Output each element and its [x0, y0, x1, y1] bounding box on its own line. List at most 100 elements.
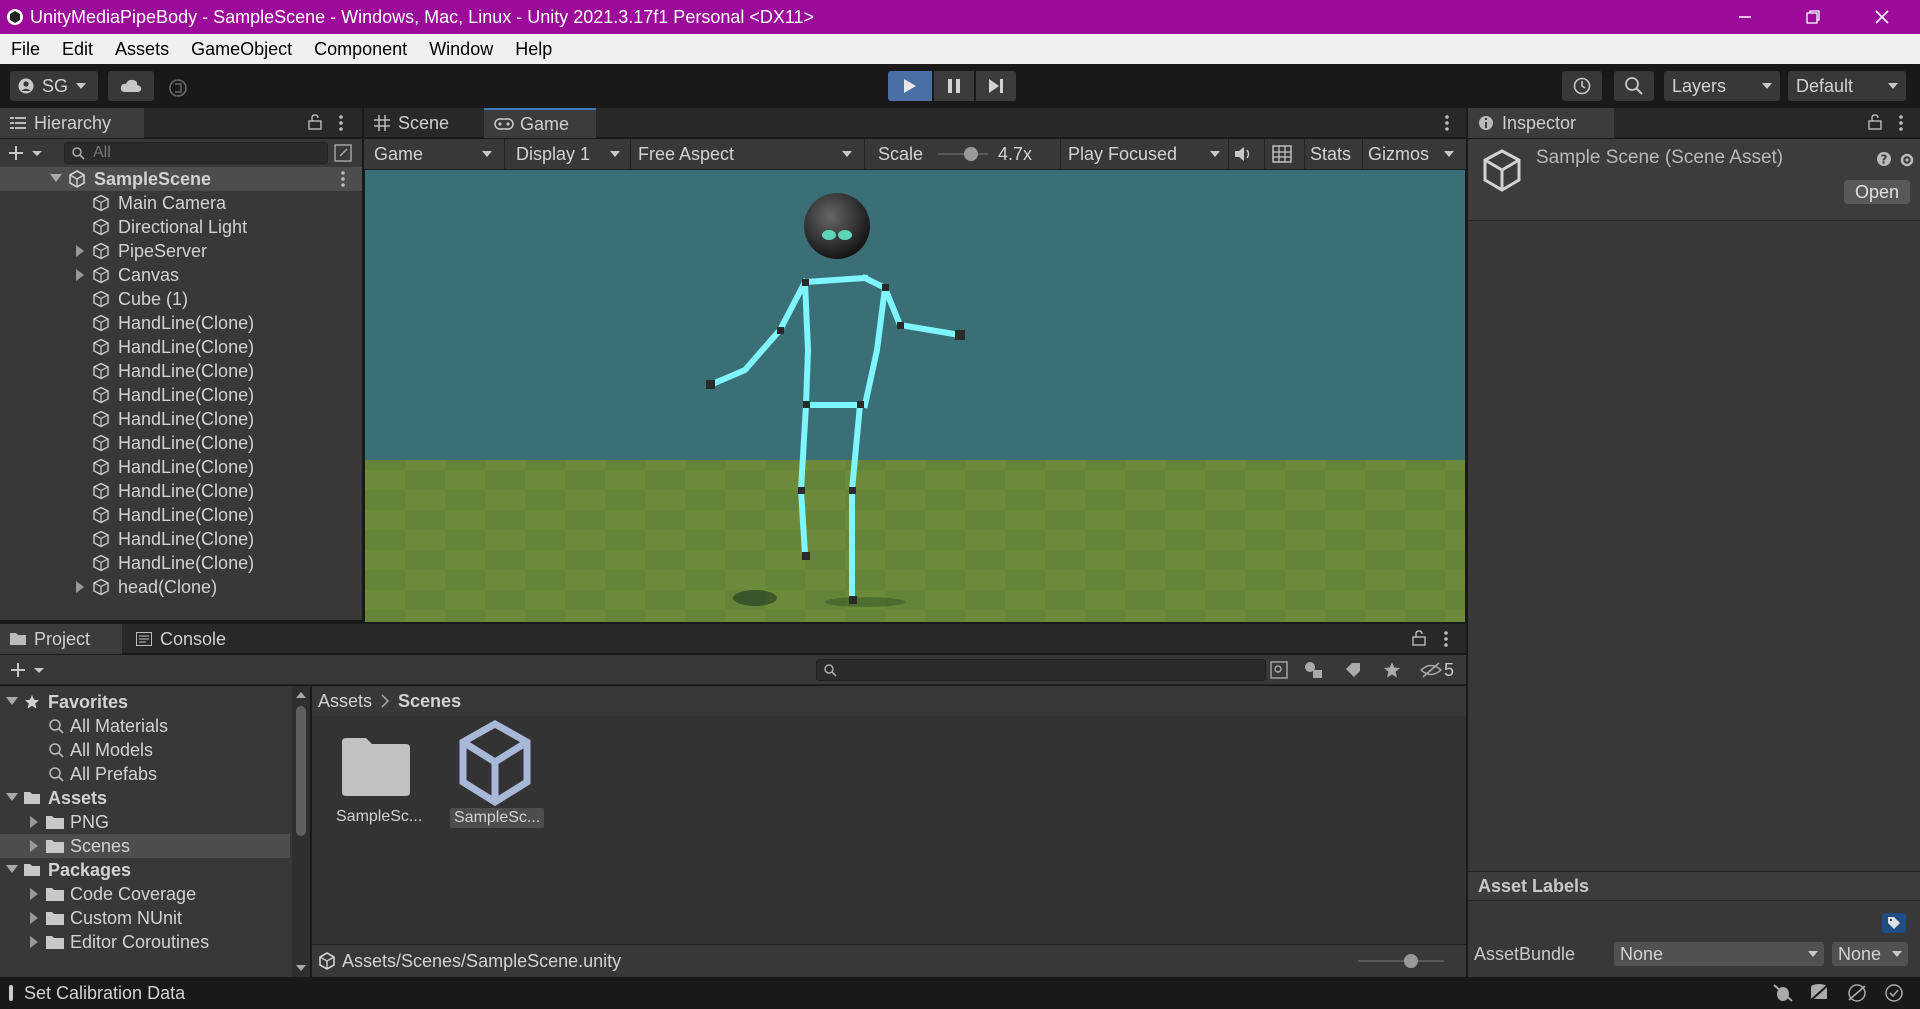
cloud-button[interactable]: [108, 71, 154, 101]
lock-icon[interactable]: [308, 114, 322, 130]
game-mode-dropdown[interactable]: Game: [368, 141, 498, 167]
debug-bug-icon[interactable]: [1772, 983, 1794, 1003]
minimize-button[interactable]: [1716, 0, 1774, 34]
scene-visibility-icon[interactable]: [334, 144, 352, 162]
hidden-packages-icon[interactable]: [1420, 661, 1442, 679]
network-icon[interactable]: [1846, 983, 1868, 1003]
tab-game[interactable]: Game: [484, 108, 596, 138]
menu-file[interactable]: File: [0, 39, 51, 60]
icon-size-thumb[interactable]: [1404, 954, 1418, 968]
packages-row[interactable]: Packages: [0, 858, 290, 882]
favorite-item[interactable]: All Prefabs: [0, 762, 157, 786]
lock-icon[interactable]: [1868, 114, 1882, 130]
favorite-item[interactable]: All Models: [0, 738, 153, 762]
hierarchy-item[interactable]: HandLine(Clone): [0, 383, 362, 407]
hierarchy-item[interactable]: Directional Light: [0, 215, 362, 239]
hierarchy-item[interactable]: Cube (1): [0, 287, 362, 311]
display-dropdown[interactable]: Display 1: [510, 141, 626, 167]
pause-button[interactable]: [934, 71, 974, 101]
hierarchy-item[interactable]: HandLine(Clone): [0, 455, 362, 479]
close-button[interactable]: [1853, 0, 1911, 34]
favorite-item[interactable]: All Materials: [0, 714, 168, 738]
menu-window[interactable]: Window: [418, 39, 504, 60]
hierarchy-item[interactable]: Main Camera: [0, 191, 362, 215]
scroll-thumb[interactable]: [296, 706, 306, 836]
filter-label-icon[interactable]: [1344, 661, 1362, 679]
layout-dropdown[interactable]: Default: [1788, 71, 1906, 101]
mute-audio-button[interactable]: [1234, 145, 1254, 163]
breadcrumb-scenes[interactable]: Scenes: [398, 691, 461, 712]
tab-scene[interactable]: Scene: [364, 108, 480, 138]
hierarchy-item[interactable]: HandLine(Clone): [0, 431, 362, 455]
asset-labels-header: Asset Labels: [1468, 871, 1920, 901]
tab-inspector[interactable]: Inspector: [1468, 108, 1614, 138]
collab-icon[interactable]: [168, 78, 188, 98]
tab-project[interactable]: Project: [0, 624, 122, 654]
gizmos-button[interactable]: Gizmos: [1368, 144, 1429, 165]
more-options-icon[interactable]: [1444, 114, 1450, 132]
hierarchy-item[interactable]: HandLine(Clone): [0, 527, 362, 551]
folder-item[interactable]: Editor Coroutines: [0, 930, 290, 954]
folder-item[interactable]: Code Coverage: [0, 882, 290, 906]
hierarchy-item[interactable]: HandLine(Clone): [0, 551, 362, 575]
undo-history-button[interactable]: [1562, 71, 1602, 101]
menu-gameobject[interactable]: GameObject: [180, 39, 303, 60]
favorites-row[interactable]: Favorites: [0, 690, 290, 714]
restore-button[interactable]: [1784, 0, 1842, 34]
folder-item[interactable]: Scenes: [0, 834, 290, 858]
aspect-dropdown[interactable]: Free Aspect: [632, 141, 858, 167]
menu-edit[interactable]: Edit: [51, 39, 104, 60]
label-tag-button[interactable]: [1882, 913, 1906, 933]
more-options-icon[interactable]: [1898, 114, 1904, 132]
lock-icon[interactable]: [1412, 630, 1426, 646]
tab-console[interactable]: Console: [126, 624, 246, 654]
create-button[interactable]: [10, 662, 44, 678]
hierarchy-item[interactable]: HandLine(Clone): [0, 311, 362, 335]
scale-slider[interactable]: [938, 147, 988, 161]
play-button[interactable]: [888, 71, 932, 101]
hierarchy-item[interactable]: HandLine(Clone): [0, 407, 362, 431]
play-focus-dropdown[interactable]: Play Focused: [1062, 141, 1226, 167]
search-button[interactable]: [1614, 71, 1654, 101]
gizmo-grid-button[interactable]: [1272, 145, 1292, 163]
folder-item[interactable]: PNG: [0, 810, 290, 834]
cache-server-icon[interactable]: [1808, 983, 1830, 1003]
add-button[interactable]: [8, 145, 42, 161]
hierarchy-item[interactable]: HandLine(Clone): [0, 335, 362, 359]
favorite-star-icon[interactable]: [1383, 661, 1401, 679]
stats-button[interactable]: Stats: [1310, 144, 1351, 165]
hierarchy-item[interactable]: PipeServer: [0, 239, 362, 263]
breadcrumb-assets[interactable]: Assets: [318, 691, 372, 712]
hierarchy-item[interactable]: HandLine(Clone): [0, 359, 362, 383]
assets-row[interactable]: Assets: [0, 786, 290, 810]
tab-hierarchy[interactable]: Hierarchy: [0, 108, 144, 138]
account-dropdown[interactable]: SG: [10, 71, 98, 101]
layers-dropdown[interactable]: Layers: [1664, 71, 1780, 101]
more-options-icon[interactable]: [1443, 630, 1449, 648]
scene-row[interactable]: SampleScene: [0, 167, 362, 191]
project-search-input[interactable]: [816, 659, 1266, 681]
file-item[interactable]: SampleSc...: [336, 732, 422, 842]
menu-component[interactable]: Component: [303, 39, 418, 60]
open-button[interactable]: Open: [1844, 180, 1910, 204]
assetbundle-dropdown[interactable]: None: [1614, 942, 1824, 966]
icon-size-slider[interactable]: [1358, 954, 1444, 968]
folder-item[interactable]: Custom NUnit: [0, 906, 290, 930]
progress-check-icon[interactable]: [1884, 983, 1904, 1003]
search-scope-icon[interactable]: [1270, 661, 1288, 679]
file-item-selected[interactable]: SampleSc...: [450, 720, 545, 842]
assetbundle-variant-dropdown[interactable]: None: [1832, 942, 1908, 966]
hierarchy-item[interactable]: Canvas: [0, 263, 362, 287]
game-viewport[interactable]: [365, 170, 1465, 622]
tree-scrollbar[interactable]: [292, 686, 310, 977]
hierarchy-item[interactable]: HandLine(Clone): [0, 503, 362, 527]
hierarchy-item[interactable]: HandLine(Clone): [0, 479, 362, 503]
hierarchy-item[interactable]: head(Clone): [0, 575, 362, 599]
more-options-icon[interactable]: [338, 114, 344, 132]
filter-type-icon[interactable]: [1304, 661, 1324, 679]
menu-help[interactable]: Help: [504, 39, 563, 60]
hierarchy-search-input[interactable]: All: [64, 142, 328, 164]
step-button[interactable]: [976, 71, 1016, 101]
scale-slider-thumb[interactable]: [964, 147, 978, 161]
menu-assets[interactable]: Assets: [104, 39, 180, 60]
